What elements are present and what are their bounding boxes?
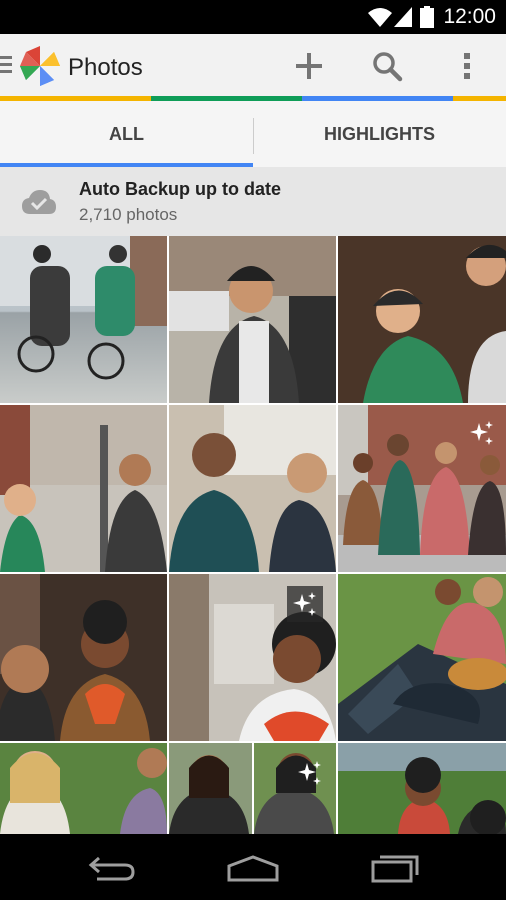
tab-highlights[interactable]: HIGHLIGHTS (253, 101, 506, 167)
tab-divider (253, 118, 254, 154)
search-icon (373, 52, 403, 82)
photo-tile[interactable] (338, 743, 506, 834)
photos-logo-icon[interactable] (18, 44, 62, 88)
photo-tile[interactable] (169, 743, 252, 834)
cloud-check-icon (22, 190, 56, 214)
photo-tile[interactable] (338, 405, 506, 572)
tab-all-label: ALL (109, 123, 144, 144)
backup-title: Auto Backup up to date (79, 179, 281, 199)
photo-grid (0, 236, 506, 834)
photo-tile[interactable] (169, 574, 336, 741)
auto-backup-status[interactable]: Auto Backup up to date 2,710 photos (0, 167, 506, 236)
photo-tile[interactable] (169, 405, 336, 572)
photo-tile[interactable] (338, 574, 506, 741)
photo-tile[interactable] (169, 236, 336, 403)
auto-awesome-icon (293, 592, 316, 616)
photo-tile[interactable] (0, 743, 167, 834)
auto-awesome-icon (298, 761, 321, 785)
add-icon (296, 53, 322, 79)
backup-photo-count: 2,710 photos (79, 205, 178, 224)
photo-tile[interactable] (0, 236, 167, 403)
status-bar: 12:00 (0, 0, 506, 34)
back-icon (88, 856, 135, 881)
photos-app-screen: 12:00 Photos ALL HIGHLIGHTS Auto Backup … (0, 0, 506, 900)
app-bar: Photos (0, 34, 506, 96)
search-button[interactable] (370, 49, 404, 83)
highlight-badge (292, 755, 328, 791)
home-icon (227, 855, 279, 882)
recents-button[interactable] (368, 852, 422, 884)
highlight-badge (464, 415, 500, 451)
tab-highlights-label: HIGHLIGHTS (324, 123, 435, 144)
photo-tile[interactable] (0, 405, 167, 572)
back-button[interactable] (85, 852, 139, 884)
add-button[interactable] (292, 49, 326, 83)
highlight-badge (287, 586, 323, 622)
wifi-icon (368, 8, 392, 27)
menu-icon[interactable] (0, 56, 12, 74)
photo-tile[interactable] (338, 236, 506, 403)
home-button[interactable] (226, 852, 280, 884)
recents-icon (371, 855, 419, 883)
tab-all[interactable]: ALL (0, 101, 253, 167)
overflow-menu-icon (464, 53, 470, 79)
auto-awesome-icon (470, 421, 493, 445)
app-title: Photos (68, 54, 143, 81)
system-nav-bar (0, 834, 506, 900)
status-time: 12:00 (443, 5, 496, 28)
overflow-menu-button[interactable] (450, 49, 484, 83)
photo-tile[interactable] (254, 743, 336, 834)
battery-icon (420, 6, 434, 28)
signal-icon (394, 7, 412, 27)
photo-tile[interactable] (0, 574, 167, 741)
